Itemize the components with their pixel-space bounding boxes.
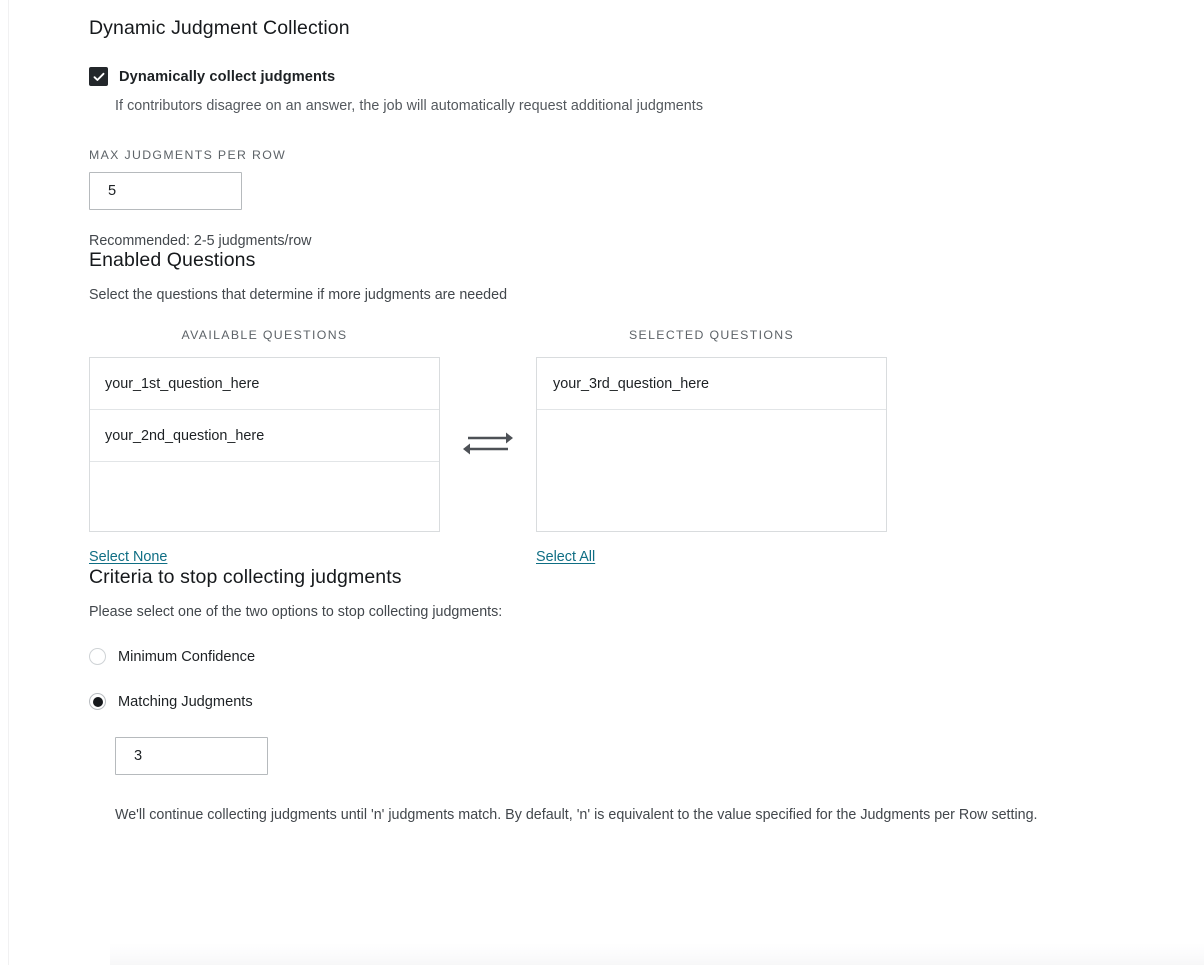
checkbox-icon[interactable] <box>89 67 108 86</box>
dynamically-collect-judgments-row[interactable]: Dynamically collect judgments <box>89 67 1204 86</box>
available-questions-column: AVAILABLE QUESTIONS your_1st_question_he… <box>89 328 440 532</box>
criteria-title: Criteria to stop collecting judgments <box>89 566 402 588</box>
radio-option-matching-judgments[interactable]: Matching Judgments <box>89 693 1204 710</box>
page-title: Dynamic Judgment Collection <box>89 17 350 39</box>
max-judgments-per-row-help: Recommended: 2-5 judgments/row <box>89 233 312 249</box>
select-none-cell: Select None <box>89 548 440 566</box>
selected-questions-listbox[interactable]: your_3rd_question_here <box>536 357 887 532</box>
select-all-cell: Select All <box>536 548 887 566</box>
available-list-empty-area[interactable] <box>90 462 439 514</box>
radio-option-minimum-confidence[interactable]: Minimum Confidence <box>89 648 1204 665</box>
radio-icon-unselected[interactable] <box>89 648 106 665</box>
enabled-questions-description: Select the questions that determine if m… <box>89 287 508 303</box>
dynamically-collect-judgments-label: Dynamically collect judgments <box>119 68 336 85</box>
links-spacer <box>440 548 536 566</box>
matching-judgments-input[interactable] <box>115 737 268 775</box>
transfer-button[interactable] <box>440 355 536 530</box>
max-judgments-per-row-label: MAX JUDGMENTS PER ROW <box>89 148 287 162</box>
matching-judgments-help: We'll continue collecting judgments unti… <box>115 807 1038 823</box>
left-right-arrows-icon <box>463 432 513 454</box>
dynamic-judgment-collection-page: Dynamic Judgment Collection Dynamically … <box>0 0 1204 965</box>
bottom-panel-edge <box>110 943 1204 965</box>
radio-dot <box>92 696 103 707</box>
enabled-questions-title: Enabled Questions <box>89 249 256 271</box>
selected-list-empty-area[interactable] <box>537 410 886 531</box>
matching-judgments-label: Matching Judgments <box>118 693 253 710</box>
question-transfer-widget: AVAILABLE QUESTIONS your_1st_question_he… <box>89 328 887 532</box>
selected-questions-column: SELECTED QUESTIONS your_3rd_question_her… <box>536 328 887 532</box>
list-item[interactable]: your_2nd_question_here <box>90 410 439 462</box>
selected-questions-header: SELECTED QUESTIONS <box>628 328 795 342</box>
select-all-link[interactable]: Select All <box>536 549 595 565</box>
max-judgments-per-row-input[interactable] <box>89 172 242 210</box>
available-questions-listbox[interactable]: your_1st_question_here your_2nd_question… <box>89 357 440 532</box>
criteria-description: Please select one of the two options to … <box>89 604 503 620</box>
dynamically-collect-judgments-help: If contributors disagree on an answer, t… <box>115 98 704 114</box>
select-none-link[interactable]: Select None <box>89 549 167 565</box>
radio-icon-selected[interactable] <box>89 693 106 710</box>
list-item[interactable]: your_3rd_question_here <box>537 358 886 410</box>
minimum-confidence-label: Minimum Confidence <box>118 648 256 665</box>
transfer-links-row: Select None Select All <box>89 548 887 566</box>
available-questions-header: AVAILABLE QUESTIONS <box>181 328 348 342</box>
list-item[interactable]: your_1st_question_here <box>90 358 439 410</box>
